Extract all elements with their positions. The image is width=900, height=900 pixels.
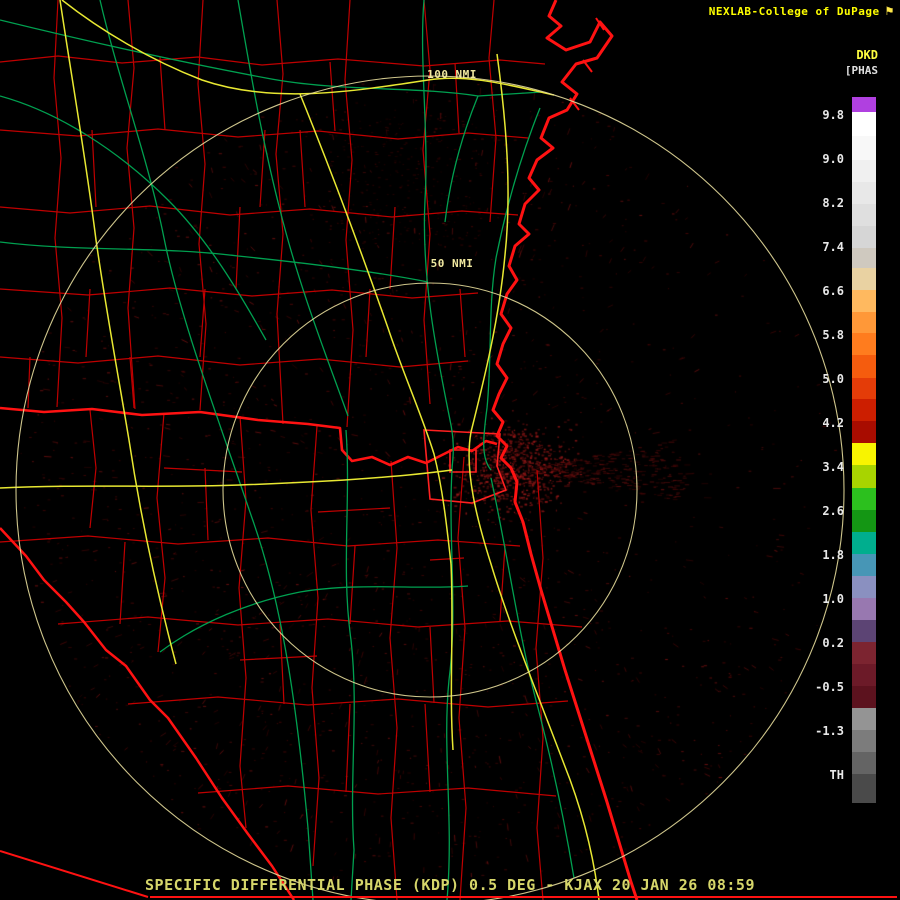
- yellow-highway: [60, 0, 176, 664]
- colorbar-segment: [852, 421, 876, 443]
- brand-bar: NEXLAB-College of DuPage ⚑: [709, 5, 894, 18]
- cod-flag-icon: ⚑: [886, 5, 894, 18]
- county-line: [0, 56, 545, 367]
- colorbar-segment: [852, 664, 876, 686]
- gulf-coastline: [0, 528, 294, 900]
- colorbar-segment: [852, 774, 876, 803]
- colorbar-gradient: [852, 97, 876, 803]
- colorbar-segment: [852, 355, 876, 378]
- colorbar-segment: [852, 136, 876, 160]
- colorbar-segment: [852, 112, 876, 136]
- colorbar-segment: [852, 399, 876, 421]
- state-border: [0, 408, 497, 465]
- range-rings: [16, 76, 844, 900]
- colorbar-segment: [852, 290, 876, 312]
- product-code: DKD: [845, 48, 878, 62]
- gulf-coast: [0, 528, 294, 900]
- colorbar-segment: [852, 160, 876, 182]
- colorbar-segment: [852, 532, 876, 554]
- product-caption: SPECIFIC DIFFERENTIAL PHASE (KDP) 0.5 DE…: [0, 876, 900, 894]
- colorbar-segment: [852, 333, 876, 355]
- range-ring-label-50: 50 NMI: [431, 257, 474, 270]
- colorbar-segment: [852, 554, 876, 576]
- colorbar-segment: [852, 620, 876, 642]
- yellow-highway: [469, 54, 599, 900]
- colorbar-segment: [852, 226, 876, 248]
- colorbar-segment: [852, 642, 876, 664]
- yellow-highway: [62, 0, 554, 95]
- colorbar-segment: [852, 576, 876, 598]
- colorbar-segment: [852, 312, 876, 333]
- green-road: [100, 0, 313, 900]
- colorbar-segment: [852, 443, 876, 465]
- yellow-highway: [0, 470, 452, 488]
- county-line: [28, 57, 505, 792]
- state-border-line: [0, 408, 497, 465]
- colorbar-segment: [852, 708, 876, 730]
- colorbar-segment: [852, 510, 876, 532]
- range-ring-100nmi: [16, 76, 844, 900]
- green-road: [160, 586, 468, 652]
- threshold-label: TH: [830, 768, 844, 782]
- colorbar-segment: [852, 752, 876, 774]
- green-road: [491, 478, 574, 878]
- colorbar-segment: [852, 488, 876, 510]
- yellow-highway: [300, 94, 451, 564]
- colorbar-segment: [852, 97, 876, 112]
- colorbar-segment: [852, 378, 876, 399]
- colorbar-segment: [852, 465, 876, 488]
- green-road: [445, 96, 478, 222]
- colorbar-header: DKD [PHAS: [845, 48, 878, 77]
- green-road: [346, 430, 354, 900]
- brand-text: NEXLAB-College of DuPage: [709, 5, 880, 18]
- colorbar-segment: [852, 598, 876, 620]
- colorbar-segment: [852, 268, 876, 290]
- base-map: [0, 0, 900, 900]
- colorbar-segment: [852, 686, 876, 708]
- colorbar-segment: [852, 182, 876, 204]
- colorbar-segment: [852, 248, 876, 268]
- units-label: [PHAS: [845, 64, 878, 77]
- range-ring-label-100: 100 NMI: [427, 68, 477, 81]
- radar-display: NEXLAB-College of DuPage ⚑ DKD [PHAS 9.8…: [0, 0, 900, 900]
- colorbar-segment: [852, 204, 876, 226]
- colorbar-segment: [852, 730, 876, 752]
